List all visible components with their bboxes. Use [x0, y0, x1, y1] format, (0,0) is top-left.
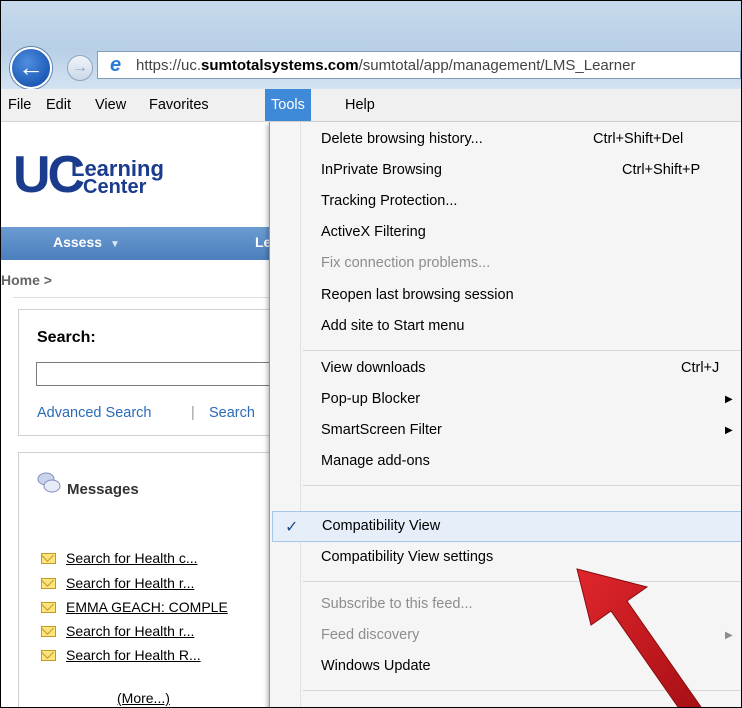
messages-icon: [37, 472, 61, 493]
menu-item-label: Windows Update: [321, 658, 431, 674]
search-panel: Search: Advanced Search | Search: [18, 309, 280, 436]
dropdown-triangle-icon: ▼: [110, 239, 120, 250]
menu-bar: File Edit View Favorites Tools Help: [1, 89, 741, 122]
url-prefix: https://uc.: [136, 57, 202, 74]
logo-line2: Center: [83, 176, 147, 198]
menu-item-manage-add-ons[interactable]: Manage add-ons: [270, 447, 741, 478]
message-link[interactable]: EMMA GEACH: COMPLE: [66, 599, 228, 615]
message-item[interactable]: EMMA GEACH: COMPLE: [41, 599, 228, 621]
menu-item-label: Compatibility View settings: [321, 549, 494, 565]
main-nav-bar: Assess ▼ Le: [1, 227, 271, 260]
menu-item-shortcut: Ctrl+Shift+P: [622, 162, 701, 178]
menu-item-subscribe-to-feed: Subscribe to this feed...: [270, 590, 741, 621]
menu-file[interactable]: File: [8, 89, 31, 121]
menu-item-label: Pop-up Blocker: [321, 391, 421, 407]
menu-item-label: Compatibility View: [322, 518, 441, 534]
menu-item-compatibility-view-settings[interactable]: Compatibility View settings: [270, 543, 741, 574]
menu-edit[interactable]: Edit: [46, 89, 71, 121]
menu-item-shortcut: Ctrl+J: [681, 360, 720, 376]
menu-separator: [303, 485, 741, 486]
menu-item-label: Reopen last browsing session: [321, 287, 514, 303]
menu-item-label: Feed discovery: [321, 627, 420, 643]
menu-item-view-downloads[interactable]: View downloads Ctrl+J: [270, 354, 741, 385]
menu-item-compatibility-view[interactable]: ✓ Compatibility View: [272, 511, 741, 542]
menu-item-label: Add site to Start menu: [321, 318, 465, 334]
more-messages-link[interactable]: (More...): [117, 690, 170, 706]
menu-item-feed-discovery: Feed discovery ▶: [270, 621, 741, 652]
url-text: https://uc.sumtotalsystems.com/sumtotal/…: [136, 57, 635, 74]
message-item[interactable]: Search for Health c...: [41, 550, 198, 572]
message-item[interactable]: Search for Health r...: [41, 575, 194, 597]
message-item[interactable]: Search for Health R...: [41, 647, 201, 669]
menu-item-label: InPrivate Browsing: [321, 162, 442, 178]
advanced-search-link[interactable]: Advanced Search: [37, 405, 151, 421]
envelope-icon: [41, 650, 56, 661]
submenu-arrow-icon: ▶: [725, 425, 733, 436]
menu-item-add-site-to-start-menu[interactable]: Add site to Start menu: [270, 312, 741, 343]
menu-item-label: Subscribe to this feed...: [321, 596, 473, 612]
menu-item-label: View downloads: [321, 360, 426, 376]
menu-item-label: SmartScreen Filter: [321, 422, 442, 438]
menu-separator: [303, 350, 741, 351]
back-arrow-icon: ←: [18, 52, 44, 82]
search-link[interactable]: Search: [209, 405, 255, 421]
back-button[interactable]: ←: [10, 47, 52, 89]
divider: [13, 297, 271, 298]
message-link[interactable]: Search for Health R...: [66, 647, 201, 663]
envelope-icon: [41, 553, 56, 564]
submenu-arrow-icon: ▶: [725, 394, 733, 405]
menu-item-label: Manage add-ons: [321, 453, 430, 469]
message-item[interactable]: Search for Health r...: [41, 623, 194, 645]
browser-toolbar: ← → e https://uc.sumtotalsystems.com/sum…: [1, 1, 741, 89]
page-content: UC Learning Center Assess ▼ Le Home > Sea…: [1, 122, 280, 707]
tools-dropdown-menu: Delete browsing history... Ctrl+Shift+De…: [269, 122, 741, 707]
envelope-icon: [41, 602, 56, 613]
menu-favorites[interactable]: Favorites: [149, 89, 209, 121]
forward-arrow-icon: →: [72, 59, 88, 76]
ie-page-icon: e: [110, 54, 122, 76]
menu-separator: [303, 690, 741, 691]
submenu-arrow-icon: ▶: [725, 630, 733, 641]
menu-item-shortcut: Ctrl+Shift+Del: [593, 131, 684, 147]
menu-item-windows-update[interactable]: Windows Update: [270, 652, 741, 683]
menu-item-label: Fix connection problems...: [321, 255, 491, 271]
envelope-icon: [41, 578, 56, 589]
search-input[interactable]: [36, 362, 276, 386]
envelope-icon: [41, 626, 56, 637]
nav-assess[interactable]: Assess ▼: [53, 234, 120, 250]
menu-item-popup-blocker[interactable]: Pop-up Blocker ▶: [270, 385, 741, 416]
message-link[interactable]: Search for Health c...: [66, 550, 198, 566]
menu-item-inprivate-browsing[interactable]: InPrivate Browsing Ctrl+Shift+P: [270, 156, 741, 187]
menu-item-label: Tracking Protection...: [321, 193, 458, 209]
menu-view[interactable]: View: [95, 89, 126, 121]
address-bar[interactable]: e https://uc.sumtotalsystems.com/sumtota…: [97, 51, 741, 79]
browser-window: ← → e https://uc.sumtotalsystems.com/sum…: [0, 0, 742, 708]
url-domain: sumtotalsystems.com: [201, 57, 359, 74]
menu-item-delete-browsing-history[interactable]: Delete browsing history... Ctrl+Shift+De…: [270, 125, 741, 156]
breadcrumb[interactable]: Home >: [1, 272, 52, 288]
menu-separator: [303, 581, 741, 582]
checkmark-icon: ✓: [285, 519, 299, 536]
menu-item-fix-connection-problems: Fix connection problems...: [270, 249, 741, 280]
message-link[interactable]: Search for Health r...: [66, 575, 194, 591]
search-label: Search:: [37, 329, 96, 346]
menu-item-tracking-protection[interactable]: Tracking Protection...: [270, 187, 741, 218]
messages-panel: Messages Search for Health c... Search f…: [18, 452, 280, 707]
menu-item-label: Delete browsing history...: [321, 131, 483, 147]
menu-tools[interactable]: Tools: [265, 89, 311, 121]
url-path: /sumtotal/app/management/LMS_Learner: [358, 57, 636, 74]
nav-assess-label: Assess: [53, 234, 103, 250]
menu-item-smartscreen-filter[interactable]: SmartScreen Filter ▶: [270, 416, 741, 447]
messages-title: Messages: [67, 481, 139, 498]
message-link[interactable]: Search for Health r...: [66, 623, 194, 639]
menu-item-label: ActiveX Filtering: [321, 224, 426, 240]
menu-item-activex-filtering[interactable]: ActiveX Filtering: [270, 218, 741, 249]
forward-button[interactable]: →: [67, 55, 93, 81]
menu-item-reopen-last-session[interactable]: Reopen last browsing session: [270, 281, 741, 312]
menu-help[interactable]: Help: [345, 89, 375, 121]
link-separator: |: [191, 405, 195, 421]
